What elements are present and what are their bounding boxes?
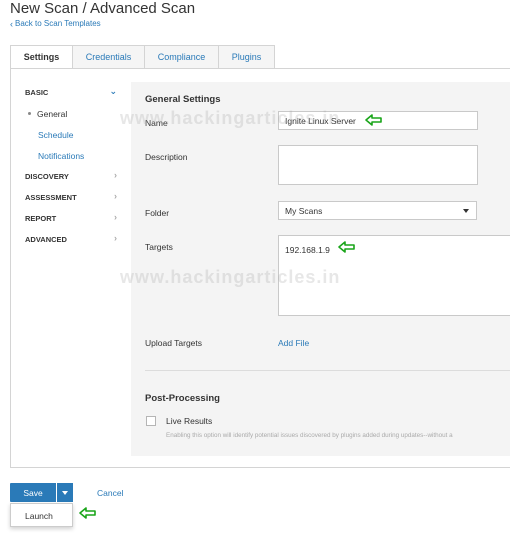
targets-label: Targets xyxy=(145,242,173,252)
green-left-arrow-icon xyxy=(79,507,96,519)
sidebar-item-general[interactable]: General xyxy=(14,103,122,124)
description-label: Description xyxy=(145,152,188,162)
chevron-left-icon: ‹ xyxy=(10,18,13,29)
tab-compliance[interactable]: Compliance xyxy=(145,45,219,69)
sidebar-item-schedule[interactable]: Schedule xyxy=(14,124,122,145)
sidebar-section-label: REPORT xyxy=(25,214,57,223)
back-link-label: Back to Scan Templates xyxy=(15,19,101,28)
current-item-dot xyxy=(28,112,31,115)
back-to-templates-link[interactable]: ‹ Back to Scan Templates xyxy=(10,19,101,28)
sidebar-section-label: ASSESSMENT xyxy=(25,193,77,202)
green-left-arrow-icon xyxy=(365,114,382,126)
post-processing-heading: Post-Processing xyxy=(145,393,220,404)
section-divider xyxy=(145,370,510,371)
launch-menu-item[interactable]: Launch xyxy=(25,511,53,521)
tab-plugins[interactable]: Plugins xyxy=(219,45,275,69)
sidebar-section-label: ADVANCED xyxy=(25,235,67,244)
live-results-checkbox[interactable] xyxy=(146,416,156,426)
sidebar-section-label: DISCOVERY xyxy=(25,172,69,181)
name-field-value: Ignite Linux Server xyxy=(285,115,356,126)
save-dropdown-menu: Launch xyxy=(10,503,73,527)
save-options-caret[interactable] xyxy=(57,483,73,502)
sidebar-item-notifications[interactable]: Notifications xyxy=(14,145,122,166)
description-textarea[interactable] xyxy=(278,145,478,185)
sidebar-section-label: BASIC xyxy=(25,88,49,97)
add-file-link[interactable]: Add File xyxy=(278,338,309,348)
chevron-right-icon: › xyxy=(114,191,117,201)
sidebar-section-advanced[interactable]: ADVANCED › xyxy=(14,229,122,250)
chevron-right-icon: › xyxy=(114,233,117,243)
green-left-arrow-icon xyxy=(338,241,355,253)
live-results-hint: Enabling this option will identify poten… xyxy=(166,432,453,439)
tab-settings[interactable]: Settings xyxy=(10,45,73,69)
chevron-right-icon: › xyxy=(114,212,117,222)
folder-select[interactable]: My Scans xyxy=(278,201,477,220)
tab-credentials[interactable]: Credentials xyxy=(73,45,145,69)
targets-textarea[interactable]: 192.168.1.9 xyxy=(278,235,510,316)
chevron-down-icon: ⌄ xyxy=(109,86,117,96)
folder-select-value: My Scans xyxy=(285,205,323,216)
name-label: Name xyxy=(145,118,168,128)
general-settings-heading: General Settings xyxy=(145,94,221,105)
sidebar-section-basic[interactable]: BASIC ⌄ xyxy=(14,82,122,103)
tab-bar: Settings Credentials Compliance Plugins xyxy=(10,45,275,69)
targets-value: 192.168.1.9 xyxy=(285,245,330,255)
upload-targets-label: Upload Targets xyxy=(145,338,203,348)
settings-sidebar: BASIC ⌄ General Schedule Notifications D… xyxy=(14,82,122,250)
sidebar-section-discovery[interactable]: DISCOVERY › xyxy=(14,166,122,187)
page-title: New Scan / Advanced Scan xyxy=(10,0,196,17)
sidebar-item-label: General xyxy=(37,108,68,119)
caret-down-icon xyxy=(463,209,469,213)
chevron-right-icon: › xyxy=(114,170,117,180)
cancel-button[interactable]: Cancel xyxy=(97,488,123,498)
sidebar-section-assessment[interactable]: ASSESSMENT › xyxy=(14,187,122,208)
live-results-label: Live Results xyxy=(166,416,213,426)
save-button[interactable]: Save xyxy=(10,483,56,502)
folder-label: Folder xyxy=(145,208,170,218)
sidebar-section-report[interactable]: REPORT › xyxy=(14,208,122,229)
